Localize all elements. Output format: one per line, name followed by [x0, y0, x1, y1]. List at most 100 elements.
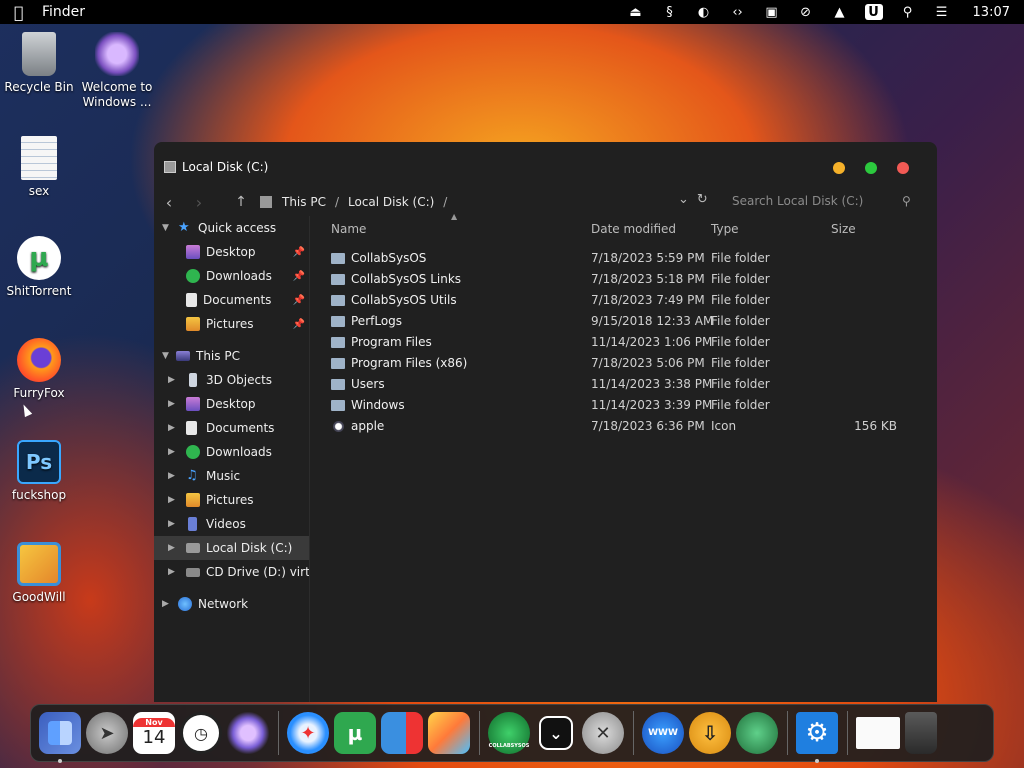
table-row[interactable]: Users 11/14/2023 3:38 PM File folder: [311, 374, 937, 395]
desktop-icon-sex[interactable]: sex: [0, 136, 84, 199]
sidebar-item-local-disk[interactable]: ▶ Local Disk (C:): [154, 536, 309, 560]
history-dropdown-icon[interactable]: ⌄: [678, 192, 689, 207]
display-icon[interactable]: ▣: [763, 4, 781, 20]
column-header-type[interactable]: Type: [711, 222, 739, 236]
sidebar-item-desktop-quick[interactable]: Desktop 📌: [154, 240, 309, 264]
dock-downloads[interactable]: ⇩: [689, 712, 731, 754]
breadcrumb-this-pc[interactable]: This PC: [282, 195, 326, 209]
column-header-date[interactable]: Date modified: [591, 222, 676, 236]
up-button[interactable]: ↑: [226, 194, 256, 210]
close-button[interactable]: [897, 162, 909, 174]
desktop-icon-fuckshop[interactable]: Ps fuckshop: [0, 440, 84, 503]
collapsed-arrow-icon[interactable]: ▶: [168, 399, 175, 409]
dock-minimized-window[interactable]: [856, 717, 900, 749]
sidebar-item-documents-quick[interactable]: Documents 📌: [154, 288, 309, 312]
collapsed-arrow-icon[interactable]: ▶: [168, 543, 175, 553]
u-badge-icon[interactable]: U: [864, 4, 883, 20]
forward-button[interactable]: ›: [184, 193, 214, 212]
sidebar-item-pictures-quick[interactable]: Pictures 📌: [154, 312, 309, 336]
breadcrumb[interactable]: This PC / Local Disk (C:) /: [260, 195, 456, 209]
table-row[interactable]: PerfLogs 9/15/2018 12:33 AM File folder: [311, 311, 937, 332]
dock-collabsysos[interactable]: COLLABSYSOS: [488, 712, 530, 754]
menu-clock[interactable]: 13:07: [967, 5, 1010, 20]
pin-icon[interactable]: 📌: [293, 247, 305, 258]
collapsed-arrow-icon[interactable]: ▶: [168, 375, 175, 385]
contrast-icon[interactable]: ◐: [695, 4, 713, 20]
desktop-icon-furryfox[interactable]: FurryFox: [0, 338, 84, 401]
dock-www[interactable]: WWW: [642, 712, 684, 754]
pin-icon[interactable]: 📌: [293, 271, 305, 282]
sidebar-item-videos[interactable]: ▶ Videos: [154, 512, 309, 536]
table-row[interactable]: Program Files (x86) 7/18/2023 5:06 PM File…: [311, 353, 937, 374]
apple-menu-icon[interactable]: : [14, 3, 42, 22]
sound-icon[interactable]: §: [661, 4, 679, 20]
eject-up-icon[interactable]: ▲: [831, 4, 849, 20]
dock-siri[interactable]: [227, 712, 269, 754]
file-type: File folder: [711, 293, 770, 307]
table-row[interactable]: CollabSysOS Links 7/18/2023 5:18 PM File f…: [311, 269, 937, 290]
notepad-icon: [21, 136, 57, 180]
no-wifi-icon[interactable]: ⊘: [797, 4, 815, 20]
table-row[interactable]: apple 7/18/2023 6:36 PM Icon 156 KB: [311, 416, 937, 437]
maximize-button[interactable]: [865, 162, 877, 174]
dock-preview[interactable]: [428, 712, 470, 754]
table-row[interactable]: Program Files 11/14/2023 1:06 PM File fold…: [311, 332, 937, 353]
search-icon[interactable]: ⚲: [899, 4, 917, 20]
expanded-arrow-icon[interactable]: ▼: [162, 223, 169, 233]
dock-safari[interactable]: ✦: [287, 712, 329, 754]
search-icon[interactable]: ⚲: [902, 194, 911, 208]
sidebar-item-pictures[interactable]: ▶ Pictures: [154, 488, 309, 512]
refresh-icon[interactable]: ↻: [697, 192, 708, 207]
eject-icon[interactable]: ⏏: [627, 4, 645, 20]
desktop-icon-shittorrent[interactable]: µ ShitTorrent: [0, 236, 84, 299]
search-box[interactable]: ⚲: [724, 190, 924, 212]
desktop-icon-welcome[interactable]: Welcome to Windows ...: [72, 32, 162, 110]
active-app-name[interactable]: Finder: [42, 4, 85, 20]
breadcrumb-local-disk[interactable]: Local Disk (C:): [348, 195, 434, 209]
sidebar-item-documents[interactable]: ▶ Documents: [154, 416, 309, 440]
window-titlebar[interactable]: Local Disk (C:): [154, 142, 937, 192]
dock-checklist[interactable]: ⌄: [539, 716, 573, 750]
dock-utilities[interactable]: ✕: [582, 712, 624, 754]
sidebar-item-downloads-quick[interactable]: Downloads 📌: [154, 264, 309, 288]
dock-system-settings[interactable]: ⚙: [796, 712, 838, 763]
sidebar-item-downloads[interactable]: ▶ Downloads: [154, 440, 309, 464]
collapsed-arrow-icon[interactable]: ▶: [168, 447, 175, 457]
sidebar-item-network[interactable]: ▶ Network: [154, 592, 309, 616]
sidebar-item-this-pc[interactable]: ▼ This PC: [154, 344, 309, 368]
column-header-name[interactable]: Name: [331, 222, 366, 236]
sidebar-item-3d-objects[interactable]: ▶ 3D Objects: [154, 368, 309, 392]
table-row[interactable]: Windows 11/14/2023 3:39 PM File folder: [311, 395, 937, 416]
dock-launchpad[interactable]: ➤: [86, 712, 128, 754]
collapsed-arrow-icon[interactable]: ▶: [168, 471, 175, 481]
sidebar-item-cd-drive[interactable]: ▶ CD Drive (D:) virtio-: [154, 560, 309, 584]
table-row[interactable]: CollabSysOS 7/18/2023 5:59 PM File folder: [311, 248, 937, 269]
expanded-arrow-icon[interactable]: ▼: [162, 351, 169, 361]
search-input[interactable]: [732, 194, 902, 208]
dock-utorrent[interactable]: µ: [334, 712, 376, 754]
table-row[interactable]: CollabSysOS Utils 7/18/2023 7:49 PM File f…: [311, 290, 937, 311]
collapsed-arrow-icon[interactable]: ▶: [168, 519, 175, 529]
dock-finder[interactable]: [39, 712, 81, 763]
minimize-button[interactable]: [833, 162, 845, 174]
dock-parallels[interactable]: [381, 712, 423, 754]
collapsed-arrow-icon[interactable]: ▶: [168, 567, 175, 577]
desktop-icon-goodwill[interactable]: GoodWill: [0, 542, 84, 605]
sidebar-item-quick-access[interactable]: ▼ ★ Quick access: [154, 216, 309, 240]
music-icon: ♫: [186, 468, 198, 483]
collapsed-arrow-icon[interactable]: ▶: [168, 495, 175, 505]
pin-icon[interactable]: 📌: [293, 319, 305, 330]
pin-icon[interactable]: 📌: [293, 295, 305, 306]
collapsed-arrow-icon[interactable]: ▶: [168, 423, 175, 433]
control-center-icon[interactable]: ☰: [933, 4, 951, 20]
code-icon[interactable]: ‹›: [729, 4, 747, 20]
dock-calendar[interactable]: Nov 14: [133, 712, 175, 754]
dock-clock[interactable]: ◷: [180, 712, 222, 754]
dock-trash[interactable]: [905, 712, 937, 754]
sidebar-item-music[interactable]: ▶ ♫ Music: [154, 464, 309, 488]
collapsed-arrow-icon[interactable]: ▶: [162, 599, 169, 609]
sidebar-item-desktop[interactable]: ▶ Desktop: [154, 392, 309, 416]
back-button[interactable]: ‹: [154, 193, 184, 212]
dock-gpu-monitor[interactable]: [736, 712, 778, 754]
column-header-size[interactable]: Size: [831, 222, 856, 236]
